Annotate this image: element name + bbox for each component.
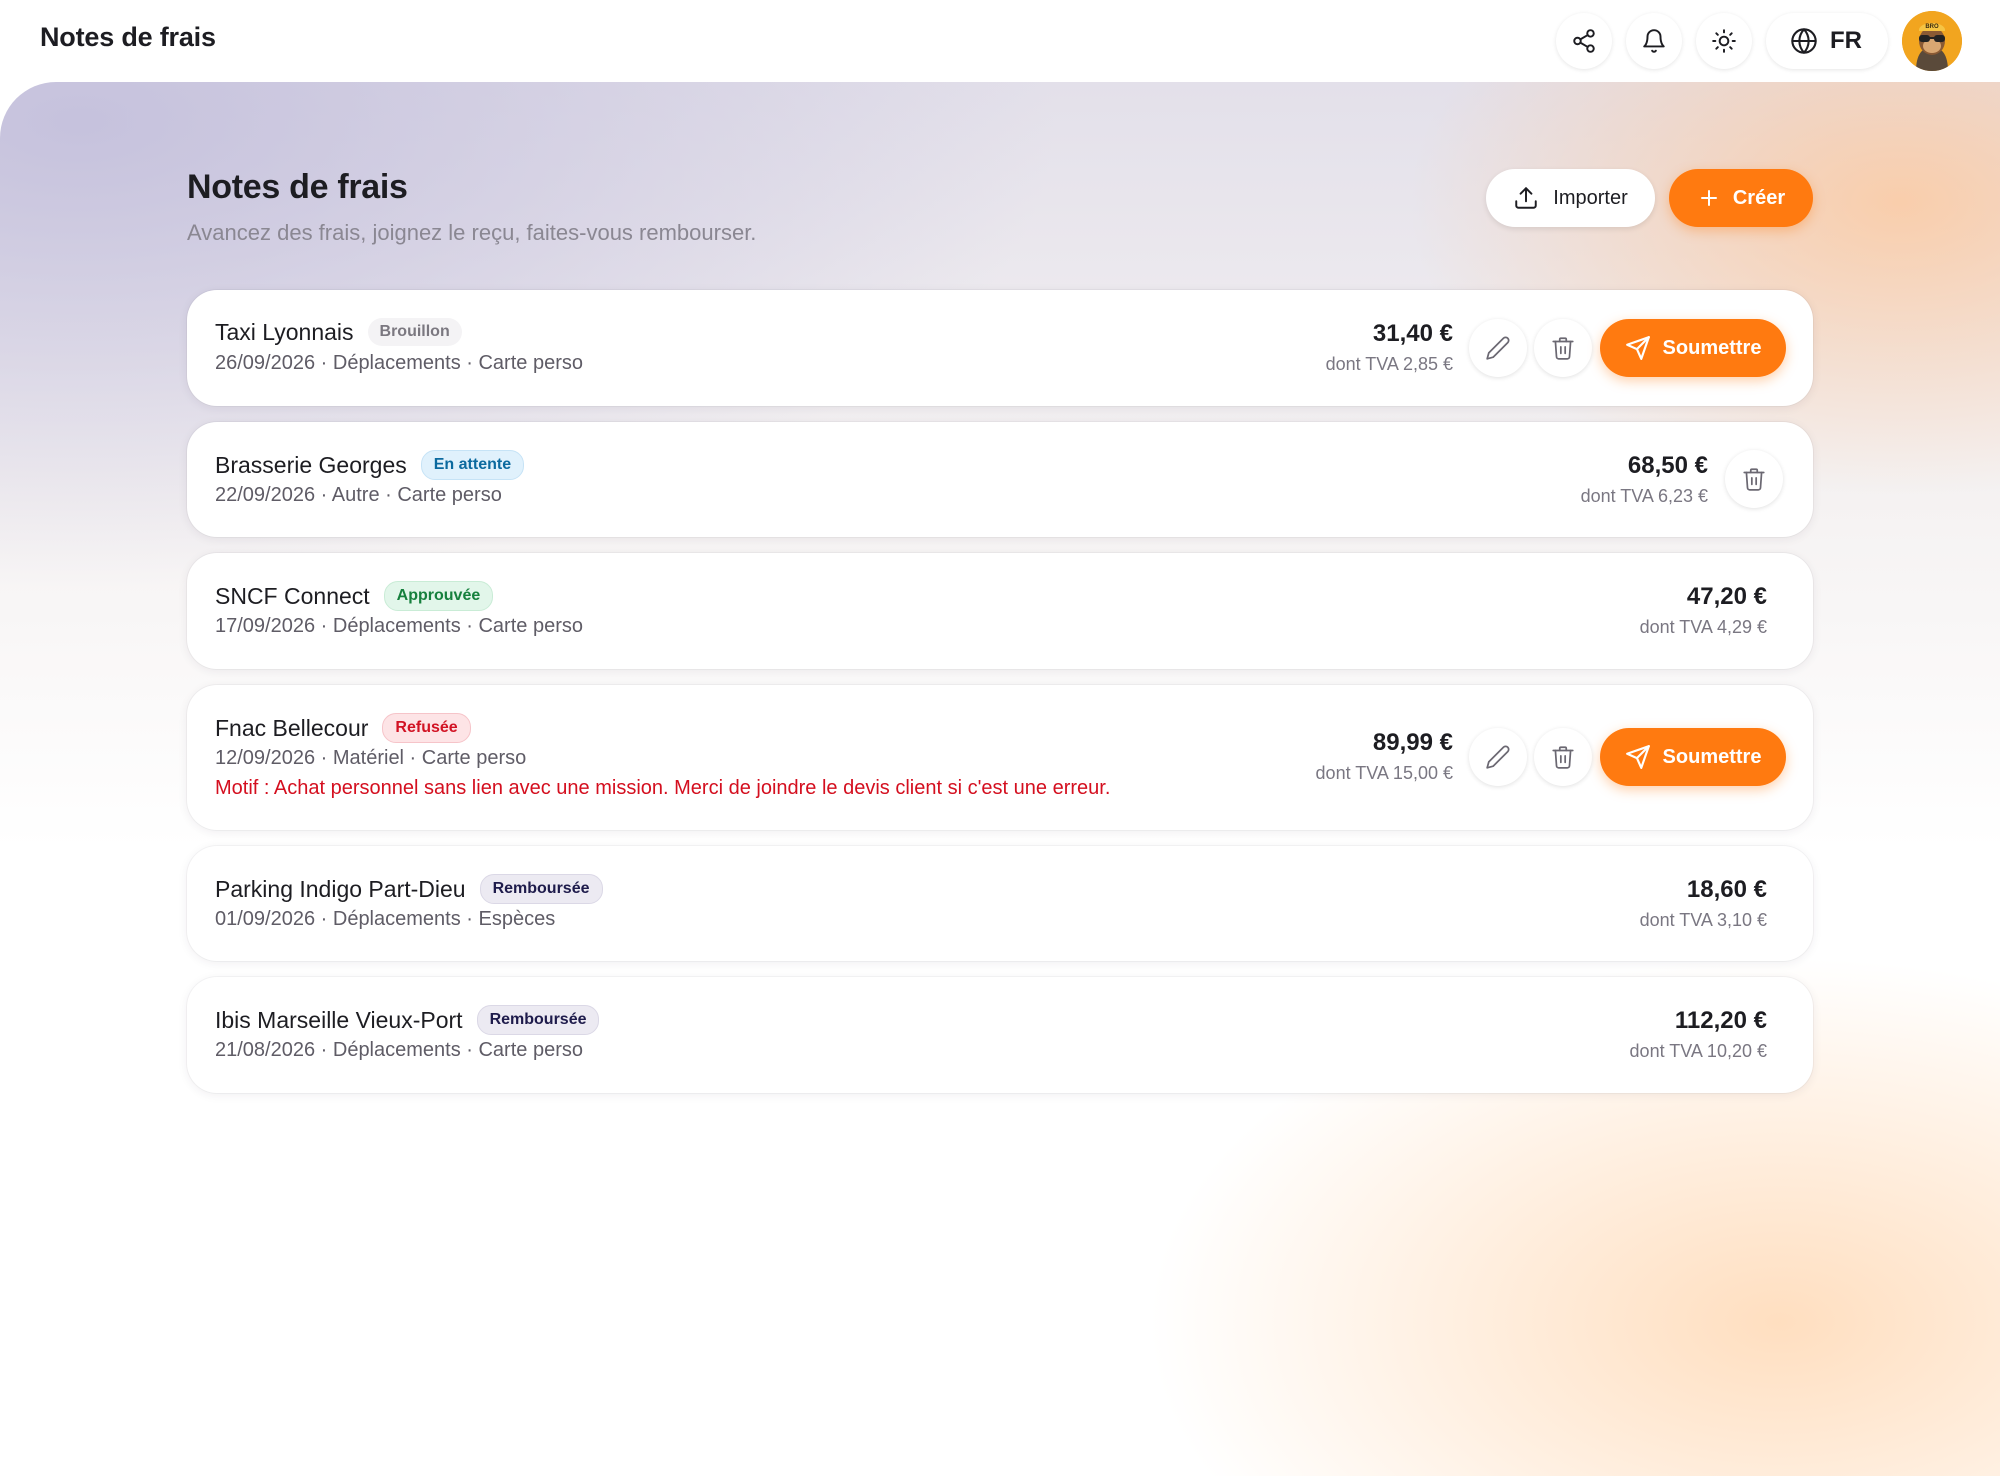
expense-amounts: 18,60 € dont TVA 3,10 € (1640, 876, 1767, 931)
sun-icon (1712, 29, 1736, 53)
expense-header: Fnac Bellecour Refusée (215, 713, 471, 743)
send-icon (1625, 336, 1650, 360)
trash-icon (1552, 337, 1574, 360)
main-panel: Notes de frais Avancez des frais, joigne… (0, 82, 2000, 1476)
expense-amount: 89,99 € (1372, 729, 1453, 756)
upload-icon (1515, 187, 1537, 209)
expense-vat: dont TVA 6,23 € (1580, 486, 1708, 506)
language-selector[interactable]: FR (1766, 13, 1888, 69)
expense-name: Parking Indigo Part-Dieu (215, 875, 466, 902)
expense-amount: 112,20 € (1674, 1007, 1767, 1034)
expense-vat: dont TVA 2,85 € (1325, 354, 1453, 374)
expense-amount: 68,50 € (1627, 452, 1708, 479)
share-icon (1573, 29, 1595, 53)
expense-meta: 12/09/2026 · Matériel · Carte perso (215, 747, 527, 769)
import-label: Importer (1553, 186, 1628, 209)
submit-button[interactable]: Soumettre (1600, 319, 1786, 377)
trash-icon (1552, 746, 1574, 769)
expense-card[interactable]: SNCF Connect Approuvée 17/09/2026 · Dépl… (187, 553, 1813, 669)
trash-icon (1743, 468, 1765, 491)
top-actions: FR BRO (1556, 11, 1962, 71)
expense-amount: 31,40 € (1372, 320, 1453, 347)
import-button[interactable]: Importer (1486, 169, 1655, 227)
expense-card[interactable]: Fnac Bellecour Refusée 12/09/2026 · Maté… (187, 685, 1813, 830)
expense-meta: 21/08/2026 · Déplacements · Carte perso (215, 1039, 583, 1061)
language-label: FR (1830, 27, 1862, 54)
expense-amounts: 68,50 € dont TVA 6,23 € (1581, 452, 1708, 507)
pencil-icon (1486, 745, 1510, 769)
app-title: Notes de frais (40, 22, 216, 52)
delete-button[interactable] (1725, 450, 1783, 508)
expense-name: Taxi Lyonnais (215, 318, 354, 345)
expense-amounts: 112,20 € dont TVA 10,20 € (1630, 1007, 1767, 1062)
expense-card[interactable]: Ibis Marseille Vieux-Port Remboursée 21/… (187, 977, 1813, 1093)
expense-header: Parking Indigo Part-Dieu Remboursée (215, 874, 603, 904)
edit-button[interactable] (1469, 728, 1527, 786)
plus-icon (1700, 190, 1717, 206)
status-badge: Remboursée (476, 1005, 600, 1035)
expense-meta: 26/09/2026 · Déplacements · Carte perso (215, 352, 583, 374)
expense-vat: dont TVA 4,29 € (1639, 617, 1767, 637)
expense-card[interactable]: Brasserie Georges En attente 22/09/2026 … (187, 422, 1813, 537)
expense-vat: dont TVA 15,00 € (1315, 763, 1453, 783)
expense-card[interactable]: Parking Indigo Part-Dieu Remboursée 01/0… (187, 846, 1813, 961)
page-subtitle: Avancez des frais, joignez le reçu, fait… (187, 220, 757, 245)
send-icon (1625, 745, 1650, 769)
refusal-reason: Motif : Achat personnel sans lien avec u… (215, 777, 1111, 799)
expense-amounts: 47,20 € dont TVA 4,29 € (1640, 583, 1767, 638)
expense-card[interactable]: Taxi Lyonnais Brouillon 26/09/2026 · Dép… (187, 290, 1813, 406)
expense-name: Brasserie Georges (215, 451, 407, 478)
expense-meta: 01/09/2026 · Déplacements · Espèces (215, 908, 556, 930)
create-button[interactable]: Créer (1669, 169, 1813, 227)
expense-header: Taxi Lyonnais Brouillon (215, 318, 462, 346)
status-badge: Remboursée (479, 874, 603, 904)
submit-label: Soumettre (1662, 336, 1762, 359)
expense-name: Fnac Bellecour (215, 714, 369, 741)
edit-button[interactable] (1469, 319, 1527, 377)
expense-meta: 22/09/2026 · Autre · Carte perso (215, 484, 502, 506)
create-label: Créer (1732, 186, 1786, 209)
expense-header: Brasserie Georges En attente (215, 450, 525, 480)
top-bar: Notes de frais FR BRO (0, 0, 2000, 82)
theme-toggle-button[interactable] (1696, 13, 1752, 69)
status-badge: Brouillon (367, 318, 462, 346)
globe-icon (1791, 28, 1817, 54)
notifications-button[interactable] (1626, 13, 1682, 69)
status-badge: Approuvée (383, 581, 494, 611)
expense-header: Ibis Marseille Vieux-Port Remboursée (215, 1005, 600, 1035)
avatar[interactable]: BRO (1902, 11, 1962, 71)
delete-button[interactable] (1534, 728, 1592, 786)
expense-amounts: 31,40 € dont TVA 2,85 € (1326, 320, 1453, 375)
expense-vat: dont TVA 3,10 € (1639, 910, 1767, 930)
submit-button[interactable]: Soumettre (1600, 728, 1786, 786)
delete-button[interactable] (1534, 319, 1592, 377)
expense-header: SNCF Connect Approuvée (215, 581, 494, 611)
share-button[interactable] (1556, 13, 1612, 69)
page-title: Notes de frais (187, 168, 408, 206)
expense-meta: 17/09/2026 · Déplacements · Carte perso (215, 615, 583, 637)
avatar-illustration: BRO (1902, 11, 1962, 71)
status-badge: Refusée (382, 713, 471, 743)
submit-label: Soumettre (1662, 745, 1762, 768)
expense-vat: dont TVA 10,20 € (1629, 1041, 1767, 1061)
expense-amounts: 89,99 € dont TVA 15,00 € (1316, 729, 1453, 784)
expense-amount: 47,20 € (1686, 583, 1767, 610)
avatar-text: BRO (1925, 24, 1939, 30)
expense-amount: 18,60 € (1686, 876, 1767, 903)
bell-icon (1643, 29, 1665, 53)
status-badge: En attente (420, 450, 525, 480)
expense-name: Ibis Marseille Vieux-Port (215, 1006, 463, 1033)
expense-name: SNCF Connect (215, 582, 370, 609)
pencil-icon (1486, 336, 1510, 360)
